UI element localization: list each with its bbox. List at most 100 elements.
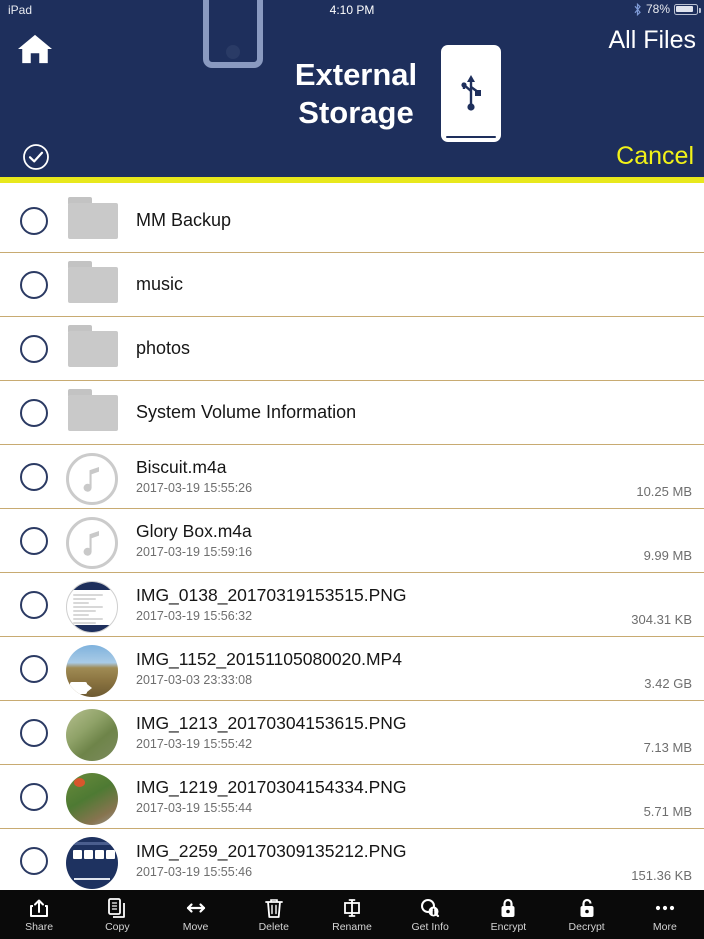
move-arrows-icon [186,903,205,913]
row-select-checkbox[interactable] [20,462,48,491]
file-row[interactable]: IMG_1213_20170304153615.PNG 2017-03-19 15… [0,701,704,765]
file-row[interactable]: photos [0,317,704,381]
folder-icon [66,260,122,303]
toolbar-get-info-button[interactable]: Get Info [391,890,469,939]
lock-open-icon [580,898,594,917]
row-select-checkbox[interactable] [20,206,48,235]
file-date: 2017-03-19 15:55:26 [136,480,253,495]
cancel-button[interactable]: Cancel [616,142,694,171]
file-row[interactable]: IMG_1152_20151105080020.MP4 2017-03-03 23… [0,637,704,701]
toolbar-rename-button[interactable]: Rename [313,890,391,939]
toolbar-label: Copy [105,920,130,933]
audio-file-icon [66,452,118,505]
file-row[interactable]: IMG_0138_20170319153515.PNG 2017-03-19 15… [0,573,704,637]
toolbar-label: Get Info [411,920,449,933]
copy-icon [108,897,126,918]
file-name: Biscuit.m4a [136,457,227,478]
row-meta: IMG_0138_20170319153515.PNG 2017-03-19 15… [136,584,631,625]
file-row[interactable]: System Volume Information [0,381,704,445]
file-size: 304.31 KB [631,612,692,627]
file-date: 2017-03-19 15:55:46 [136,864,253,879]
file-size: 10.25 MB [636,484,692,499]
lock-closed-icon [501,898,515,917]
toolbar-move-button[interactable]: Move [156,890,234,939]
ipad-device-icon [203,0,263,68]
toolbar-label: Delete [258,920,289,933]
video-thumbnail [66,644,118,697]
toolbar-label: More [652,920,677,933]
row-select-checkbox[interactable] [20,718,48,747]
file-date: 2017-03-19 15:55:44 [136,800,253,815]
file-row[interactable]: music [0,253,704,317]
video-badge-icon [70,681,92,694]
toolbar-label: Decrypt [568,920,605,933]
folder-icon [66,388,122,431]
image-thumbnail [66,708,118,761]
row-thumbnail [66,260,122,309]
page-title-line2: Storage [298,94,414,130]
file-name: IMG_1219_20170304154334.PNG [136,777,407,798]
image-thumbnail [66,836,118,889]
row-select-checkbox[interactable] [20,526,48,555]
toolbar-encrypt-button[interactable]: Encrypt [469,890,547,939]
info-magnifier-icon [421,898,440,917]
row-meta: System Volume Information [136,401,704,424]
row-select-checkbox[interactable] [20,590,48,619]
row-meta: IMG_2259_20170309135212.PNG 2017-03-19 15… [136,840,631,881]
row-meta: IMG_1213_20170304153615.PNG 2017-03-19 15… [136,712,644,753]
file-row[interactable]: MM Backup [0,189,704,253]
status-bar: iPad 4:10 PM 78% [0,0,704,20]
all-files-label[interactable]: All Files [608,26,696,55]
row-select-checkbox[interactable] [20,846,48,875]
file-name: photos [136,337,191,358]
usb-icon [461,75,481,111]
file-size: 5.71 MB [643,804,692,819]
toolbar-more-button[interactable]: More [626,890,704,939]
home-icon[interactable] [16,32,54,66]
app-header: iPad 4:10 PM 78% External Storage All Fi… [0,0,704,183]
row-meta: MM Backup [136,209,704,232]
file-row[interactable]: Glory Box.m4a 2017-03-19 15:59:16 9.99 MB [0,509,704,573]
row-select-checkbox[interactable] [20,270,48,299]
row-thumbnail [66,580,122,633]
file-size: 151.36 KB [631,868,692,883]
file-size: 9.99 MB [643,548,692,563]
select-all-check-circle-icon[interactable] [22,143,50,171]
folder-icon [66,324,122,367]
row-thumbnail [66,772,122,825]
toolbar-share-button[interactable]: Share [0,890,78,939]
row-thumbnail [66,644,122,697]
toolbar-delete-button[interactable]: Delete [235,890,313,939]
toolbar-label: Encrypt [490,920,527,933]
file-name: IMG_1213_20170304153615.PNG [136,713,407,734]
row-select-checkbox[interactable] [20,654,48,683]
usb-drive-card [441,45,501,142]
file-name: MM Backup [136,209,232,230]
file-date: 2017-03-03 23:33:08 [136,672,253,687]
page-title: External Storage [273,56,439,132]
bottom-toolbar[interactable]: Share Copy Move Delete Rename Get Info Encrypt… [0,890,704,939]
row-select-checkbox[interactable] [20,398,48,427]
row-select-checkbox[interactable] [20,782,48,811]
file-name: Glory Box.m4a [136,521,252,542]
row-meta: Glory Box.m4a 2017-03-19 15:59:16 [136,520,644,561]
file-date: 2017-03-19 15:56:32 [136,608,253,623]
row-thumbnail [66,452,122,505]
row-select-checkbox[interactable] [20,334,48,363]
row-thumbnail [66,708,122,761]
file-row[interactable]: IMG_1219_20170304154334.PNG 2017-03-19 15… [0,765,704,829]
file-row[interactable]: IMG_2259_20170309135212.PNG 2017-03-19 15… [0,829,704,889]
file-name: IMG_1152_20151105080020.MP4 [136,649,402,670]
row-meta: IMG_1152_20151105080020.MP4 2017-03-03 23… [136,648,644,689]
file-name: IMG_2259_20170309135212.PNG [136,841,407,862]
file-row[interactable]: Biscuit.m4a 2017-03-19 15:55:26 10.25 MB [0,445,704,509]
row-thumbnail [66,196,122,245]
toolbar-label: Move [182,920,209,933]
status-right-cluster: 78% [633,2,701,16]
header-accent-bar [0,177,704,183]
toolbar-decrypt-button[interactable]: Decrypt [548,890,626,939]
file-list[interactable]: MM Backup music photos System Volume Inform… [0,189,704,889]
toolbar-copy-button[interactable]: Copy [78,890,156,939]
toolbar-label: Rename [332,920,372,933]
row-thumbnail [66,324,122,373]
